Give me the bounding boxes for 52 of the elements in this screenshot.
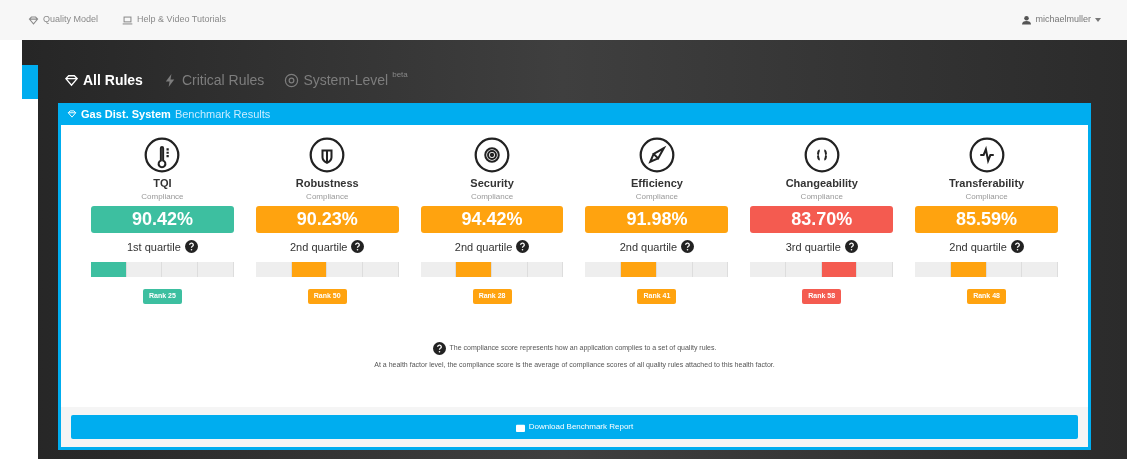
score-badge: 94.42% (420, 205, 564, 233)
rule-tab[interactable]: All Rules (64, 70, 143, 91)
factor-caption: Compliance (800, 191, 843, 202)
caret-icon (1095, 18, 1101, 22)
score-badge: 91.98% (585, 205, 729, 233)
factor-name: Security (470, 176, 514, 191)
beta-label: beta (392, 70, 408, 80)
user-icon (1022, 15, 1032, 25)
factor-caption: Compliance (306, 191, 349, 202)
score-badge: 90.23% (255, 205, 399, 233)
diamond-icon (67, 109, 77, 119)
laptop-icon (122, 14, 134, 26)
help-icon[interactable] (681, 240, 695, 254)
nav-link[interactable]: Quality Model (28, 13, 99, 27)
card-title: Gas Dist. System (81, 106, 171, 122)
factor-caption: Compliance (965, 191, 1008, 202)
user-menu[interactable]: michaelmuller (1022, 13, 1101, 27)
factor-caption: Compliance (470, 191, 514, 202)
quartile-label: 2nd quartile (290, 238, 365, 255)
quartile-label: 2nd quartile (619, 238, 695, 255)
download-button[interactable]: Download Benchmark Report (71, 415, 1078, 439)
score-badge: 90.42% (91, 205, 234, 233)
diamond-icon (64, 73, 79, 88)
target-icon (284, 73, 300, 88)
help-icon[interactable] (844, 240, 858, 254)
wave-icon (968, 137, 1005, 173)
nav-link[interactable]: Help & Video Tutorials (122, 13, 226, 27)
quartile-label: 3rd quartile (785, 238, 858, 255)
help-icon[interactable] (432, 342, 446, 355)
score-badge: 83.70% (750, 205, 894, 233)
score-badge: 85.59% (915, 205, 1058, 233)
help-icon[interactable] (351, 240, 365, 254)
factor-name: Robustness (295, 176, 359, 191)
factor-name: Changeability (785, 176, 858, 191)
rule-tab[interactable]: Critical Rules (162, 70, 265, 91)
factor-name: TQI (153, 176, 172, 191)
factor-name: Transferability (948, 176, 1025, 191)
card-subtitle: Benchmark Results (174, 106, 271, 122)
help-icon[interactable] (1010, 240, 1024, 254)
quartile-label: 1st quartile (127, 238, 198, 255)
rule-tab[interactable]: System-Level beta (284, 70, 408, 91)
factor-caption: Compliance (141, 191, 184, 202)
thermometer-icon (144, 137, 181, 173)
help-icon[interactable] (516, 240, 530, 254)
braces-icon (803, 137, 840, 173)
help-icon[interactable] (184, 240, 198, 254)
quartile-label: 2nd quartile (949, 238, 1024, 255)
factor-name: Efficiency (630, 176, 683, 191)
shield-icon (309, 137, 346, 173)
diamond-icon (28, 14, 39, 26)
quartile-label: 2nd quartile (454, 238, 530, 255)
factor-caption: Compliance (635, 191, 679, 202)
